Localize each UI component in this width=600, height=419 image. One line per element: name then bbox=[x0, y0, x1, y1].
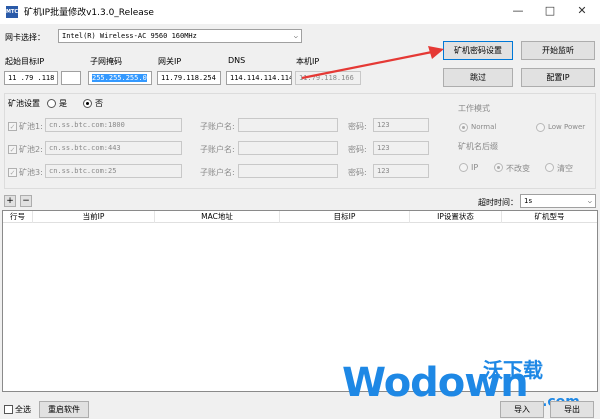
window-title: 矿机IP批量修改v1.3.0_Release bbox=[24, 8, 154, 18]
timeout-label: 超时时间： bbox=[478, 198, 518, 207]
red-arrow-icon bbox=[301, 46, 444, 80]
mode-normal-label: Normal bbox=[471, 123, 497, 131]
pool3-label: 矿池3: bbox=[19, 168, 43, 177]
suffix-clear-label: 清空 bbox=[557, 164, 573, 173]
nic-select-value: Intel(R) Wireless-AC 9560 160MHz bbox=[62, 32, 197, 40]
remove-button[interactable]: − bbox=[20, 195, 32, 207]
pool3-checkbox[interactable]: ✓ bbox=[8, 168, 17, 177]
pool1-checkbox[interactable]: ✓ bbox=[8, 122, 17, 131]
column-header-row-number[interactable]: 行号 bbox=[3, 211, 33, 223]
timeout-select[interactable]: 1s ⌵ bbox=[520, 194, 596, 208]
table-header: 行号 当前IP MAC地址 目标IP IP设置状态 矿机型号 bbox=[3, 211, 597, 223]
start-ip-input[interactable]: 11 .79 .118 . bbox=[4, 71, 58, 85]
select-all-checkbox[interactable] bbox=[4, 405, 13, 414]
pool-yes-radio[interactable] bbox=[47, 99, 56, 108]
dns-input[interactable]: 114.114.114.114 bbox=[226, 71, 292, 85]
column-header-mac[interactable]: MAC地址 bbox=[155, 211, 280, 223]
suffix-keep-label: 不改变 bbox=[506, 164, 530, 173]
pool2-pwd-input: 123 bbox=[373, 141, 429, 155]
pool3-sub-label: 子账户名: bbox=[200, 168, 235, 177]
reboot-software-button[interactable]: 重启软件 bbox=[39, 401, 89, 418]
column-header-ip-status[interactable]: IP设置状态 bbox=[410, 211, 502, 223]
select-all-label: 全选 bbox=[15, 405, 31, 414]
add-button[interactable]: + bbox=[4, 195, 16, 207]
nic-label: 网卡选择： bbox=[5, 33, 45, 42]
export-button[interactable]: 导出 bbox=[550, 401, 594, 418]
start-ip-label: 起始目标IP bbox=[5, 57, 45, 66]
suffix-clear-radio[interactable] bbox=[545, 163, 554, 172]
mode-normal-radio[interactable] bbox=[459, 123, 468, 132]
skip-button[interactable]: 跳过 bbox=[443, 68, 513, 87]
chevron-down-icon: ⌵ bbox=[293, 32, 298, 40]
watermark-brand: Wodown bbox=[342, 360, 529, 406]
pool2-sub-label: 子账户名: bbox=[200, 145, 235, 154]
subnet-label: 子网掩码 bbox=[90, 57, 122, 66]
pool1-pwd-label: 密码: bbox=[348, 122, 367, 131]
suffix-label: 矿机名后缀 bbox=[458, 142, 498, 151]
pool2-url-input: cn.ss.btc.com:443 bbox=[45, 141, 182, 155]
subnet-input[interactable]: 255.255.255.0 bbox=[88, 71, 152, 85]
nic-select[interactable]: Intel(R) Wireless-AC 9560 160MHz ⌵ bbox=[58, 29, 302, 43]
timeout-select-value: 1s bbox=[524, 197, 533, 205]
maximize-icon[interactable]: □ bbox=[540, 2, 560, 20]
pool-settings-label: 矿池设置 bbox=[8, 99, 40, 108]
pool-yes-label: 是 bbox=[59, 99, 67, 108]
import-button[interactable]: 导入 bbox=[500, 401, 544, 418]
pool2-pwd-label: 密码: bbox=[348, 145, 367, 154]
title-bar: MTC 矿机IP批量修改v1.3.0_Release — □ ✕ bbox=[0, 0, 600, 24]
pool1-label: 矿池1: bbox=[19, 122, 43, 131]
pool-no-label: 否 bbox=[95, 99, 103, 108]
mode-low-label: Low Power bbox=[548, 123, 586, 131]
pool1-pwd-input: 123 bbox=[373, 118, 429, 132]
pool3-pwd-input: 123 bbox=[373, 164, 429, 178]
gateway-input[interactable]: 11.79.118.254 bbox=[157, 71, 221, 85]
pool3-url-input: cn.ss.btc.com:25 bbox=[45, 164, 182, 178]
pool1-sub-label: 子账户名: bbox=[200, 122, 235, 131]
pool2-label: 矿池2: bbox=[19, 145, 43, 154]
pool2-sub-input bbox=[238, 141, 338, 155]
pool1-url-input: cn.ss.btc.com:1800 bbox=[45, 118, 182, 132]
password-settings-button[interactable]: 矿机密码设置 bbox=[443, 41, 513, 60]
start-ip-last-octet-input[interactable] bbox=[61, 71, 81, 85]
subnet-input-value: 255.255.255.0 bbox=[92, 74, 147, 82]
pool1-sub-input bbox=[238, 118, 338, 132]
pool3-sub-input bbox=[238, 164, 338, 178]
chevron-down-icon: ⌵ bbox=[587, 197, 592, 205]
config-ip-button[interactable]: 配置IP bbox=[521, 68, 595, 87]
work-mode-label: 工作模式 bbox=[458, 104, 490, 113]
suffix-ip-radio[interactable] bbox=[459, 163, 468, 172]
start-listen-button[interactable]: 开始监听 bbox=[521, 41, 595, 60]
pool2-checkbox[interactable]: ✓ bbox=[8, 145, 17, 154]
pool3-pwd-label: 密码: bbox=[348, 168, 367, 177]
column-header-miner-model[interactable]: 矿机型号 bbox=[502, 211, 597, 223]
app-icon: MTC bbox=[6, 6, 18, 18]
close-icon[interactable]: ✕ bbox=[572, 2, 592, 20]
minimize-icon[interactable]: — bbox=[508, 2, 528, 20]
mode-low-radio[interactable] bbox=[536, 123, 545, 132]
column-header-current-ip[interactable]: 当前IP bbox=[33, 211, 155, 223]
pool-no-radio[interactable] bbox=[83, 99, 92, 108]
suffix-keep-radio[interactable] bbox=[494, 163, 503, 172]
column-header-target-ip[interactable]: 目标IP bbox=[280, 211, 410, 223]
suffix-ip-label: IP bbox=[471, 163, 479, 172]
gateway-label: 网关IP bbox=[158, 57, 182, 66]
dns-label: DNS bbox=[228, 56, 246, 65]
